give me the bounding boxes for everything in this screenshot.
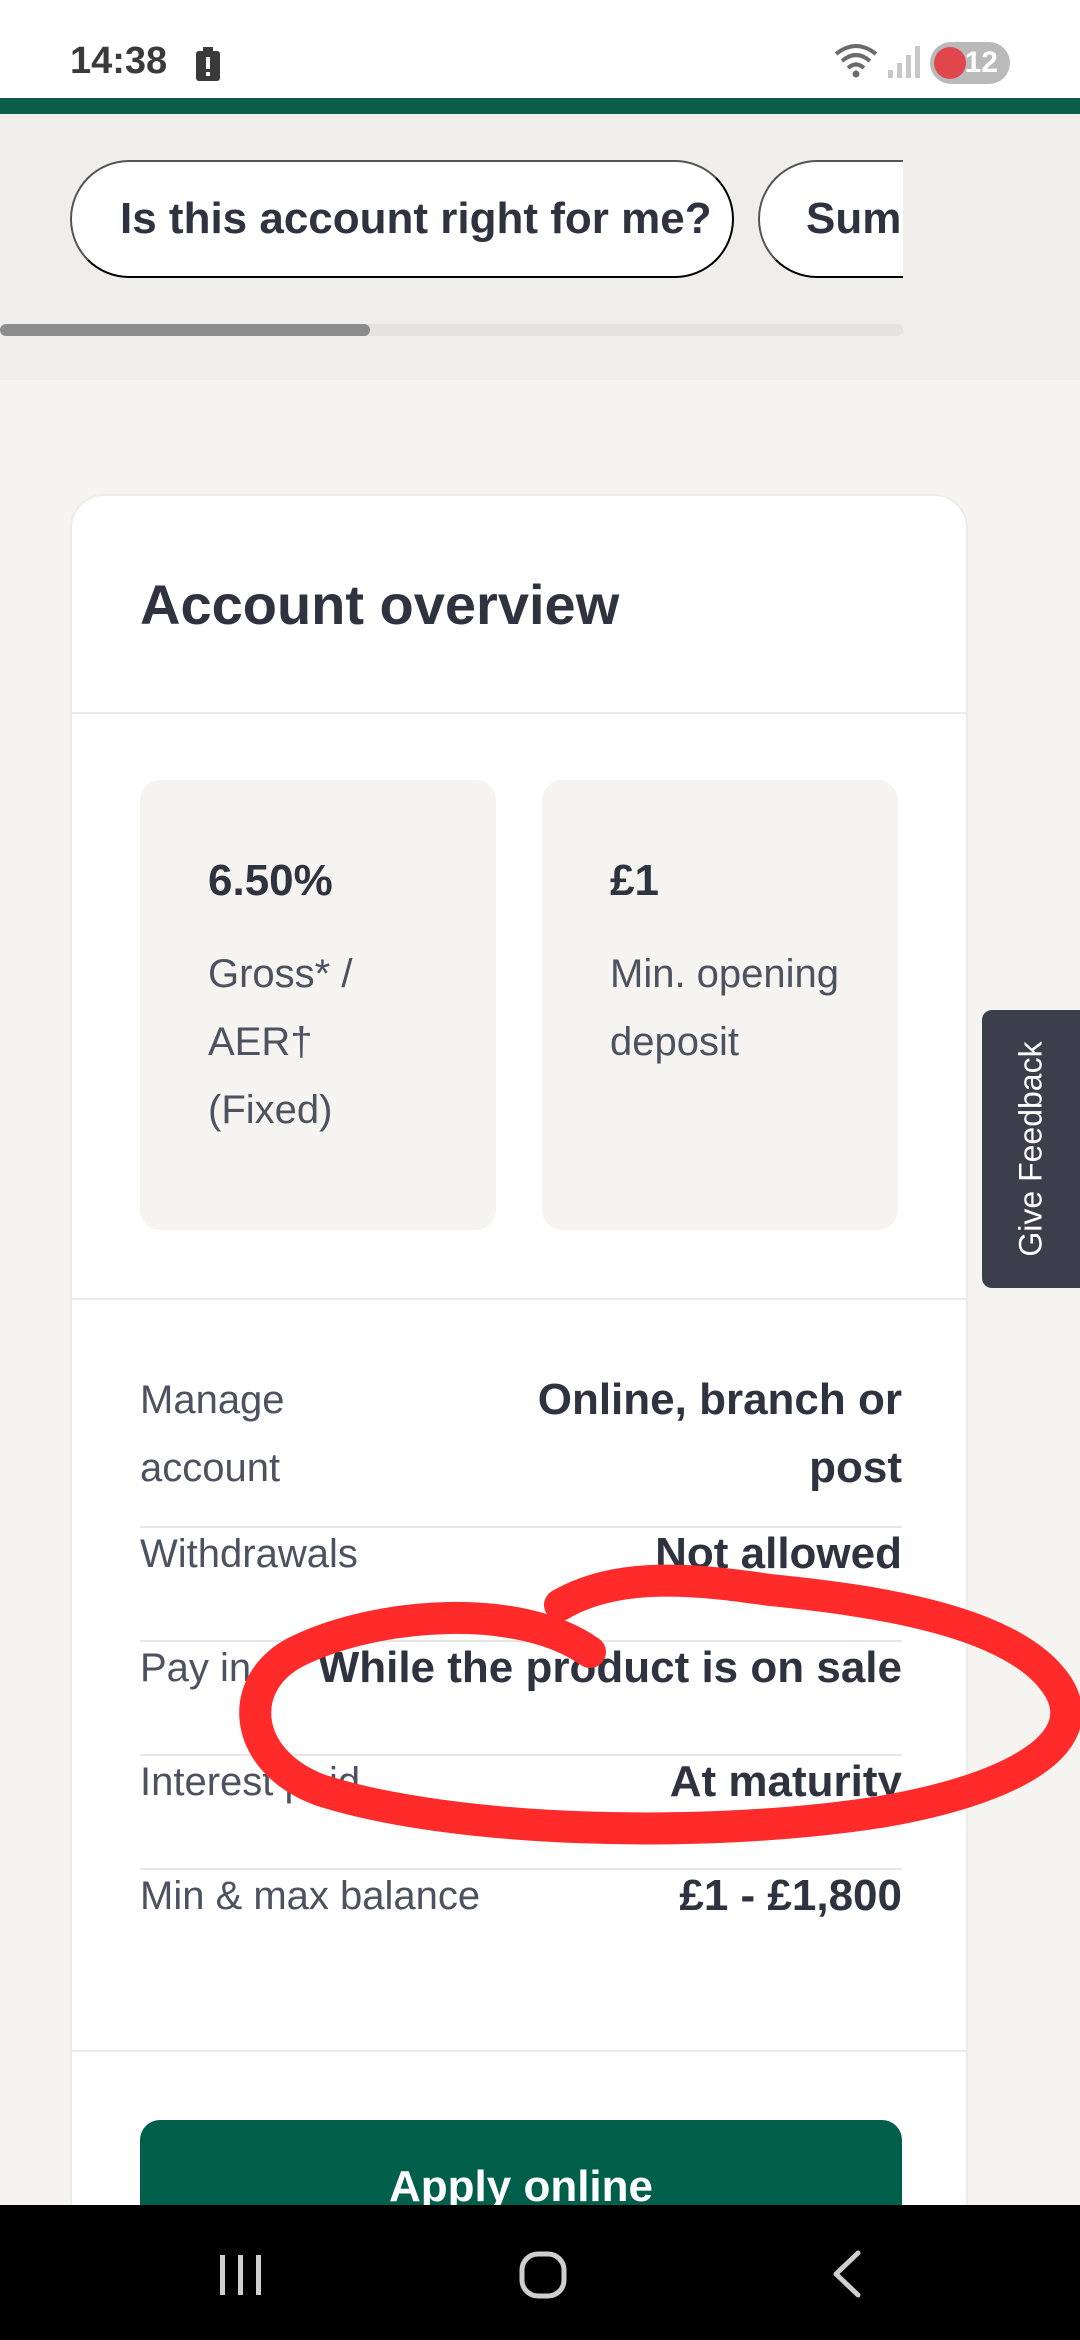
section-nav: Is this account right for me? Summ [0, 114, 1080, 380]
scrollbar-thumb[interactable] [0, 324, 370, 336]
stat-value: 6.50% [208, 856, 333, 905]
row-label: Interest paid [140, 1760, 361, 1804]
divider [72, 1298, 966, 1300]
battery-indicator: 12 [930, 42, 1010, 84]
back-icon[interactable] [828, 2249, 864, 2299]
brand-line [0, 98, 1080, 114]
row-label: Manage account [140, 1378, 285, 1490]
give-feedback-tab[interactable]: Give Feedback [982, 1010, 1080, 1288]
battery-saver-icon [196, 47, 220, 81]
stat-tile-deposit: £1 Min. opening deposit [542, 780, 898, 1230]
chip-summary[interactable]: Summ [758, 160, 903, 278]
horizontal-scrollbar[interactable] [0, 324, 903, 336]
row-label: Min & max balance [140, 1874, 481, 1918]
row-value: At maturity [669, 1757, 902, 1806]
row-label: Withdrawals [140, 1532, 358, 1576]
signal-icon [888, 46, 920, 78]
battery-low-icon [934, 47, 966, 79]
feedback-label: Give Feedback [1012, 1041, 1049, 1257]
stat-label: Min. opening deposit [610, 952, 840, 1064]
row-value: £1 - £1,800 [679, 1871, 902, 1920]
wifi-icon [834, 44, 878, 78]
stat-label: Gross* / AER† (Fixed) [208, 952, 353, 1132]
chip-right-for-me[interactable]: Is this account right for me? [70, 160, 734, 278]
home-icon[interactable] [518, 2250, 568, 2300]
stat-value: £1 [610, 856, 659, 905]
card-title: Account overview [140, 573, 620, 636]
status-time: 14:38 [70, 40, 168, 82]
system-nav-bar [0, 2205, 1080, 2340]
status-bar: 14:38 12 [0, 0, 1080, 98]
row-value: While the product is on sale [317, 1643, 902, 1692]
row-value: Not allowed [655, 1529, 902, 1578]
chips-viewport: Is this account right for me? Summ [0, 160, 903, 280]
account-overview-card: Account overview 6.50% Gross* / AER† (Fi… [70, 494, 968, 2234]
divider [72, 712, 966, 714]
stat-tile-rate: 6.50% Gross* / AER† (Fixed) [140, 780, 496, 1230]
divider [72, 2050, 966, 2052]
battery-level: 12 [964, 46, 998, 79]
row-value: Online, branch or post [537, 1375, 902, 1492]
recent-apps-icon[interactable] [218, 2253, 264, 2297]
